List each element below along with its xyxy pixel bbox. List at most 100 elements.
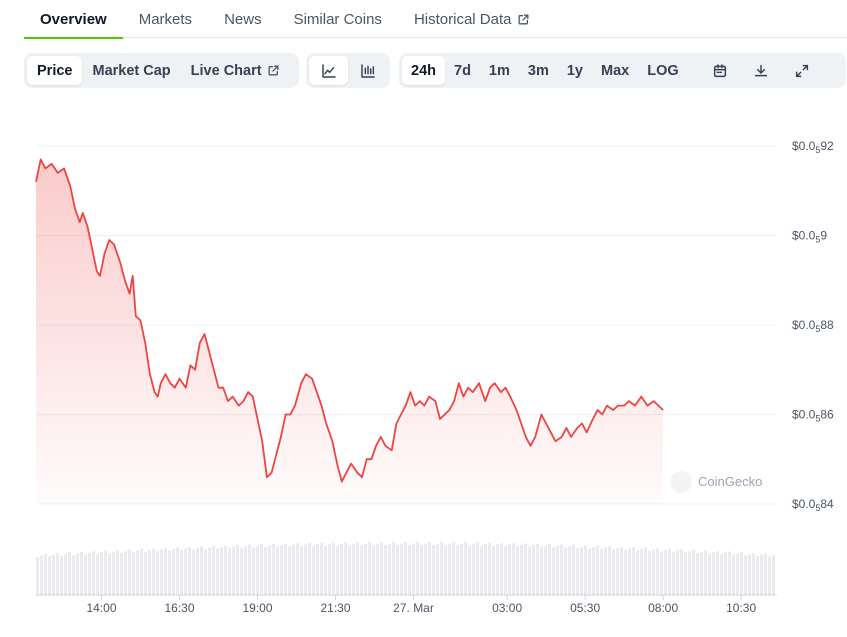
volume-bar [372,545,375,595]
live-chart-button[interactable]: Live Chart [181,56,290,85]
range-log-button[interactable]: LOG [638,56,687,85]
volume-bar [600,548,603,595]
tab-label: Markets [138,10,193,28]
volume-bar [492,545,495,595]
x-tick-label: 21:30 [321,601,351,615]
volume-bar [84,554,87,595]
volume-bar [344,542,347,595]
volume-bar [640,548,643,595]
volume-bar [36,557,39,595]
volume-bar [388,543,391,595]
volume-bar [168,550,171,595]
volume-bar [140,548,143,595]
volume-bar [264,547,267,595]
volume-bar [144,551,147,595]
volume-bar [44,553,47,595]
volume-bar [192,549,195,595]
tab-similar-coins[interactable]: Similar Coins [278,0,398,38]
volume-bar [72,555,75,595]
tab-label: Overview [40,10,107,28]
line-chart-button[interactable] [309,56,348,85]
volume-bar [196,547,199,595]
volume-bar [512,543,515,595]
volume-bar [424,543,427,595]
range-1y-button[interactable]: 1y [558,56,592,85]
volume-bar [744,555,747,595]
volume-bar [316,544,319,595]
tab-news[interactable]: News [208,0,278,38]
volume-bar [628,548,631,595]
volume-bar [312,545,315,595]
volume-bar [500,542,503,595]
volume-bar [504,546,507,595]
volume-bar [324,545,327,595]
volume-bar [420,545,423,595]
volume-bar [176,547,179,595]
range-group: 24h 7d 1m 3m 1y Max LOG [399,53,846,88]
range-24h-button[interactable]: 24h [402,56,445,85]
volume-bar [460,543,463,595]
x-tick-label: 10:30 [726,601,756,615]
external-link-icon [268,65,279,76]
volume-bar [648,550,651,595]
range-1m-button[interactable]: 1m [480,56,519,85]
volume-bar [320,542,323,595]
volume-bar [444,545,447,595]
fullscreen-button[interactable] [782,56,823,85]
tab-overview[interactable]: Overview [24,0,123,39]
volume-bar [276,546,279,595]
volume-bar [720,554,723,595]
price-chart: $0.0592 $0.059 $0.0588 $0.0586 $0.0584 CoinGe… [35,139,834,615]
volume-bar [40,555,43,595]
volume-bar [108,553,111,595]
volume-bar [304,544,307,595]
volume-bar [696,553,699,595]
volume-bar [616,547,619,595]
market-cap-button[interactable]: Market Cap [82,56,180,85]
volume-bar [208,547,211,595]
volume-bar [408,545,411,595]
volume-bar [132,552,135,595]
download-button[interactable] [741,56,782,85]
volume-bar [92,551,95,595]
range-3m-button[interactable]: 3m [519,56,558,85]
candlestick-chart-button[interactable] [348,56,387,85]
volume-bar [516,546,519,595]
price-button[interactable]: Price [27,56,83,85]
volume-bar [52,554,55,595]
volume-bar [548,544,551,595]
volume-bar [632,547,635,595]
volume-bar [88,552,91,595]
volume-bar [268,545,271,595]
volume-bar [68,552,71,595]
volume-bar [488,542,491,595]
volume-bar [436,543,439,595]
volume-bar [760,554,763,595]
range-7d-button[interactable]: 7d [445,56,480,85]
range-max-button[interactable]: Max [592,56,638,85]
volume-bar [204,549,207,595]
calendar-button[interactable] [700,56,741,85]
line-chart-icon [321,63,336,78]
volume-bar [556,545,559,595]
volume-bar [356,542,359,595]
tab-markets[interactable]: Markets [123,0,208,38]
volume-bar [300,546,303,595]
volume-bar [592,547,595,595]
candlestick-chart-icon [360,63,375,78]
volume-bar [404,542,407,595]
volume-bar [604,547,607,595]
volume-bar [532,545,535,595]
volume-bar [700,551,703,595]
volume-bar [364,543,367,595]
tab-historical-data[interactable]: Historical Data [398,0,547,38]
volume-bar [116,550,119,595]
volume-bar [60,555,63,595]
tab-label: Similar Coins [293,10,382,28]
volume-bar [80,551,83,595]
external-link-icon [518,14,529,24]
volume-bar [104,550,107,595]
volume-bar [348,545,351,595]
volume-bar [248,544,251,595]
volume-bar [772,555,775,595]
